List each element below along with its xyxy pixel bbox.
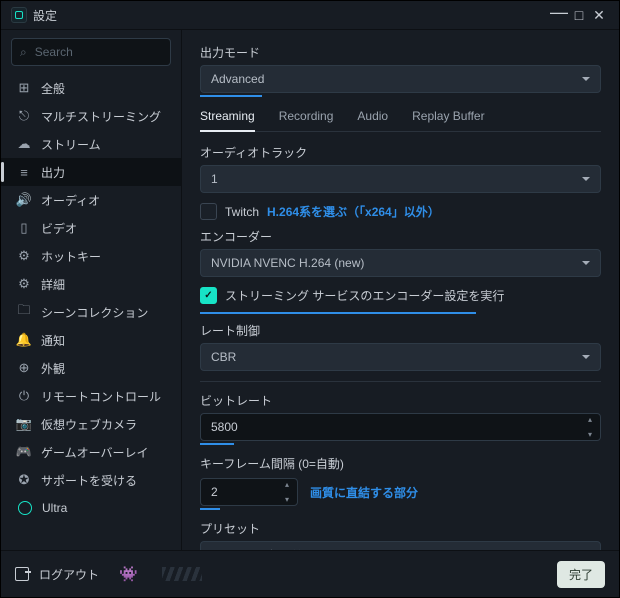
keyframe-label: キーフレーム間隔 (0=自動) (200, 455, 601, 472)
sidebar-item-0[interactable]: ⊞ 全般 (1, 74, 181, 102)
sidebar-item-15[interactable]: Ultra (1, 494, 181, 522)
logout-button[interactable]: ログアウト (39, 566, 99, 583)
nav-label: 仮想ウェブカメラ (41, 416, 137, 433)
nav-label: 出力 (41, 164, 65, 181)
quality-hint-annotation: 画質に直結する部分 (310, 484, 418, 501)
tab-replay buffer[interactable]: Replay Buffer (412, 107, 485, 131)
window-title: 設定 (33, 7, 57, 24)
bitrate-input[interactable]: 5800 (200, 413, 601, 441)
close-button[interactable]: ✕ (589, 7, 609, 24)
nav-icon: 🗀 (15, 301, 33, 323)
maximize-button[interactable]: □ (569, 7, 589, 23)
footer-stripes (162, 567, 202, 581)
main-panel: 出力モード Advanced Streaming Recording Audio Re… (182, 30, 619, 550)
annotation-underline (200, 312, 476, 314)
nav-label: ストリーム (41, 136, 101, 153)
sidebar-item-9[interactable]: 🔔 通知 (1, 326, 181, 354)
nav-icon: ▯ (15, 220, 33, 236)
rate-control-label: レート制御 (200, 322, 601, 339)
nav-label: ビデオ (41, 220, 77, 237)
nav-icon: ✪ (15, 472, 33, 488)
nav-icon: ⊕ (15, 360, 33, 376)
nav-label: ホットキー (41, 248, 101, 265)
sidebar-item-3[interactable]: ≡ 出力 (1, 158, 181, 186)
twitch-glitch-icon: 👾 (119, 565, 138, 583)
bitrate-label: ビットレート (200, 392, 601, 409)
tab-streaming[interactable]: Streaming (200, 107, 255, 131)
logout-icon (15, 567, 29, 581)
sidebar-item-8[interactable]: 🗀 シーンコレクション (1, 298, 181, 326)
enforce-encoder-checkbox[interactable]: ✓ (200, 287, 217, 304)
sidebar-nav: ⊞全般⎋マルチストリーミング☁ストリーム≡出力🔊オーディオ▯ビデオ⚙ホットキー⚙… (1, 74, 181, 550)
nav-icon: 🎮 (15, 444, 33, 460)
sidebar-item-13[interactable]: 🎮 ゲームオーバーレイ (1, 438, 181, 466)
search-icon: ⌕ (20, 45, 27, 60)
tab-audio[interactable]: Audio (357, 107, 388, 131)
nav-label: ゲームオーバーレイ (41, 444, 149, 461)
preset-select[interactable]: P5: Slow (高品質) (200, 541, 601, 550)
enforce-encoder-label: ストリーミング サービスのエンコーダー設定を実行 (225, 287, 504, 304)
annotation-underline (200, 508, 220, 510)
sidebar-item-4[interactable]: 🔊 オーディオ (1, 186, 181, 214)
nav-icon (18, 501, 32, 515)
nav-icon: ≡ (15, 165, 33, 180)
preset-label: プリセット (200, 520, 601, 537)
output-mode-select[interactable]: Advanced (200, 65, 601, 93)
output-mode-label: 出力モード (200, 44, 601, 61)
rate-control-select[interactable]: CBR (200, 343, 601, 371)
done-button[interactable]: 完了 (557, 561, 605, 588)
search-box[interactable]: ⌕ (11, 38, 171, 66)
footer: ログアウト 👾 完了 (1, 550, 619, 597)
encoder-select[interactable]: NVIDIA NVENC H.264 (new) (200, 249, 601, 277)
annotation-underline (200, 95, 262, 97)
nav-label: オーディオ (41, 192, 100, 209)
sidebar-item-14[interactable]: ✪ サポートを受ける (1, 466, 181, 494)
encoder-hint-annotation: H.264系を選ぶ（「x264」以外） (267, 203, 440, 220)
sidebar-item-5[interactable]: ▯ ビデオ (1, 214, 181, 242)
sidebar: ⌕ ⊞ 全般 ⎋ マルチストリーミング ☁ ストリーム ≡ 出力 🔊 オーディオ ▯ ビデオ ⚙ ホットキ… (1, 30, 182, 550)
nav-icon: ⚙ (15, 276, 33, 292)
sidebar-item-11[interactable]: ⏻ リモートコントロール (1, 382, 181, 410)
sidebar-item-10[interactable]: ⊕ 外観 (1, 354, 181, 382)
output-tabs: Streaming Recording Audio Replay Buffer (200, 107, 601, 132)
sidebar-item-12[interactable]: 📷 仮想ウェブカメラ (1, 410, 181, 438)
nav-label: 詳細 (41, 276, 65, 293)
nav-icon: 📷 (15, 416, 33, 432)
search-input[interactable] (33, 44, 192, 60)
twitch-label: Twitch (225, 205, 259, 219)
nav-icon: 🔔 (15, 332, 33, 348)
titlebar: 設定 — □ ✕ (1, 1, 619, 30)
app-icon (11, 7, 27, 23)
sidebar-item-2[interactable]: ☁ ストリーム (1, 130, 181, 158)
nav-label: マルチストリーミング (41, 108, 161, 125)
nav-icon: 🔊 (15, 192, 33, 208)
minimize-button[interactable]: — (549, 2, 569, 23)
audio-track-label: オーディオトラック (200, 144, 601, 161)
nav-label: 外観 (41, 360, 65, 377)
nav-label: リモートコントロール (41, 388, 161, 405)
encoder-label: エンコーダー (200, 228, 601, 245)
nav-icon: ⊞ (15, 80, 33, 96)
nav-label: 通知 (41, 332, 65, 349)
tab-recording[interactable]: Recording (279, 107, 334, 131)
sidebar-item-6[interactable]: ⚙ ホットキー (1, 242, 181, 270)
annotation-underline (200, 443, 234, 445)
nav-icon: ⏻ (15, 388, 33, 404)
sidebar-item-1[interactable]: ⎋ マルチストリーミング (1, 102, 181, 130)
nav-label: 全般 (41, 80, 65, 97)
nav-label: Ultra (42, 501, 67, 515)
nav-icon: ⚙ (15, 248, 33, 264)
nav-icon: ⎋ (15, 108, 33, 124)
keyframe-input[interactable]: 2 (200, 478, 298, 506)
nav-icon: ☁ (15, 136, 33, 152)
audio-track-select[interactable]: 1 (200, 165, 601, 193)
twitch-checkbox[interactable] (200, 203, 217, 220)
nav-label: サポートを受ける (41, 472, 137, 489)
nav-label: シーンコレクション (41, 304, 148, 321)
sidebar-item-7[interactable]: ⚙ 詳細 (1, 270, 181, 298)
separator (200, 381, 601, 382)
